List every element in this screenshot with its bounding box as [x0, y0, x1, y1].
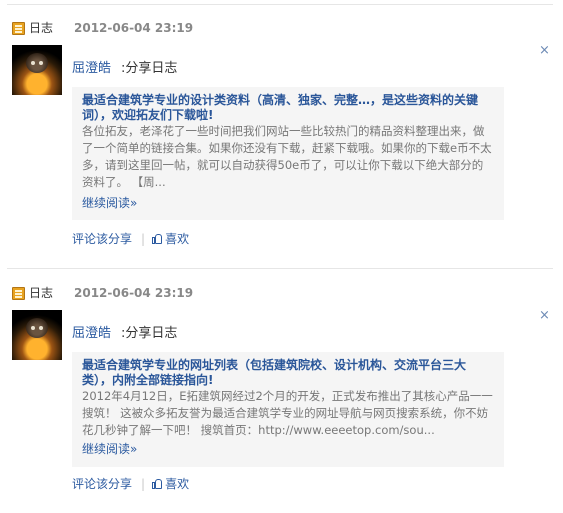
- thumbs-up-icon[interactable]: [152, 234, 163, 244]
- close-icon[interactable]: ×: [539, 44, 550, 58]
- like-link[interactable]: 喜欢: [165, 232, 189, 246]
- article-title-link[interactable]: 最适合建筑学专业的网址列表（包括建筑院校、设计机构、交流平台三大类），内附全部链…: [82, 358, 494, 388]
- read-more-link[interactable]: 继续阅读»: [82, 195, 137, 211]
- article-excerpt: 2012年4月12日，E拓建筑网经过2个月的开发，正式发布推出了其核心产品一一搜…: [82, 389, 493, 437]
- avatar[interactable]: [12, 45, 62, 95]
- feed-item: 日志 2012-06-04 23:19 × 屈澄皓 :分享日志 最适合建筑学专业…: [0, 0, 563, 248]
- action-bar: 评论该分享 | 喜欢: [72, 230, 189, 248]
- author-link[interactable]: 屈澄皓: [72, 325, 111, 343]
- close-icon[interactable]: ×: [539, 309, 550, 323]
- action-bar: 评论该分享 | 喜欢: [72, 475, 189, 493]
- timestamp: 2012-06-04 23:19: [74, 21, 194, 35]
- read-more-link[interactable]: 继续阅读»: [82, 441, 137, 457]
- share-action-label: :分享日志: [121, 61, 178, 76]
- journal-icon: [12, 22, 25, 35]
- journal-icon: [12, 287, 25, 300]
- feed-item: 日志 2012-06-04 23:19 × 屈澄皓 :分享日志 最适合建筑学专业…: [0, 265, 563, 510]
- comment-share-link[interactable]: 评论该分享: [72, 232, 132, 246]
- share-action-label: :分享日志: [121, 326, 178, 341]
- type-label: 日志: [29, 21, 54, 35]
- type-label: 日志: [29, 286, 54, 300]
- like-link[interactable]: 喜欢: [165, 477, 189, 491]
- avatar[interactable]: [12, 310, 62, 360]
- article-excerpt: 各位拓友，老泽花了一些时间把我们网站一些比较热门的精品资料整理出来，做了一个简单…: [82, 124, 492, 189]
- article-title-link[interactable]: 最适合建筑学专业的设计类资料（高清、独家、完整…，是这些资料的关键词），欢迎拓友…: [82, 93, 494, 123]
- shared-article-box: 最适合建筑学专业的设计类资料（高清、独家、完整…，是这些资料的关键词），欢迎拓友…: [72, 87, 504, 220]
- thumbs-up-icon[interactable]: [152, 479, 163, 489]
- separator: |: [141, 232, 146, 246]
- comment-share-link[interactable]: 评论该分享: [72, 477, 132, 491]
- separator: |: [141, 477, 146, 491]
- timestamp: 2012-06-04 23:19: [74, 286, 194, 300]
- shared-article-box: 最适合建筑学专业的网址列表（包括建筑院校、设计机构、交流平台三大类），内附全部链…: [72, 352, 504, 467]
- author-link[interactable]: 屈澄皓: [72, 60, 111, 78]
